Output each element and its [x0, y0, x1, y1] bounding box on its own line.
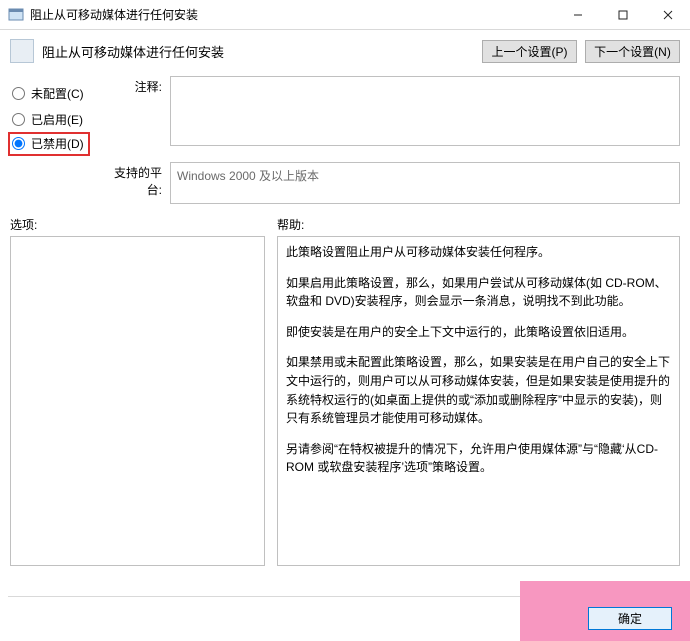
help-paragraph: 如果启用此策略设置，那么，如果用户尝试从可移动媒体(如 CD-ROM、软盘和 D…	[286, 274, 671, 311]
options-label: 选项:	[10, 216, 265, 234]
next-setting-button[interactable]: 下一个设置(N)	[585, 40, 680, 63]
page-title: 阻止从可移动媒体进行任何安装	[42, 42, 224, 61]
radio-not-configured-label: 未配置(C)	[31, 85, 84, 102]
previous-setting-button[interactable]: 上一个设置(P)	[482, 40, 577, 63]
radio-enabled-label: 已启用(E)	[31, 111, 83, 128]
radio-enabled[interactable]: 已启用(E)	[10, 106, 100, 132]
platform-box: Windows 2000 及以上版本	[170, 162, 680, 204]
body: 未配置(C) 已启用(E) 已禁用(D) 注释: 支持的平台: Wind	[0, 72, 690, 566]
help-paragraph: 即使安装是在用户的安全上下文中运行的，此策略设置依旧适用。	[286, 323, 671, 342]
close-button[interactable]	[645, 0, 690, 29]
platform-label: 支持的平台:	[100, 162, 170, 198]
help-paragraph: 如果禁用或未配置此策略设置，那么，如果安装是在用户自己的安全上下文中运行的，则用…	[286, 353, 671, 427]
help-label: 帮助:	[277, 216, 680, 234]
radio-disabled-input[interactable]	[12, 137, 25, 150]
radio-not-configured[interactable]: 未配置(C)	[10, 80, 100, 106]
titlebar-left: 阻止从可移动媒体进行任何安装	[8, 6, 198, 23]
window-controls	[555, 0, 690, 29]
comment-label: 注释:	[100, 76, 170, 156]
window-title: 阻止从可移动媒体进行任何安装	[30, 6, 198, 23]
comment-textarea[interactable]	[170, 76, 680, 146]
help-paragraph: 另请参阅“在特权被提升的情况下，允许用户使用媒体源”与“隐藏‘从CD-ROM 或…	[286, 440, 671, 477]
policy-large-icon	[10, 39, 34, 63]
minimize-button[interactable]	[555, 0, 600, 29]
highlight-disabled: 已禁用(D)	[8, 132, 90, 156]
options-box	[10, 236, 265, 566]
maximize-button[interactable]	[600, 0, 645, 29]
radio-enabled-input[interactable]	[12, 113, 25, 126]
radio-disabled-label: 已禁用(D)	[31, 135, 84, 152]
header: 阻止从可移动媒体进行任何安装 上一个设置(P) 下一个设置(N)	[0, 30, 690, 72]
policy-icon	[8, 7, 24, 23]
platform-text: Windows 2000 及以上版本	[177, 169, 319, 183]
titlebar: 阻止从可移动媒体进行任何安装	[0, 0, 690, 30]
help-box: 此策略设置阻止用户从可移动媒体安装任何程序。 如果启用此策略设置，那么，如果用户…	[277, 236, 680, 566]
state-radio-group: 未配置(C) 已启用(E) 已禁用(D)	[10, 76, 100, 156]
ok-button[interactable]: 确定	[588, 607, 672, 630]
radio-disabled[interactable]: 已禁用(D)	[10, 135, 84, 152]
help-paragraph: 此策略设置阻止用户从可移动媒体安装任何程序。	[286, 243, 671, 262]
footer: 确定	[0, 596, 690, 641]
radio-not-configured-input[interactable]	[12, 87, 25, 100]
